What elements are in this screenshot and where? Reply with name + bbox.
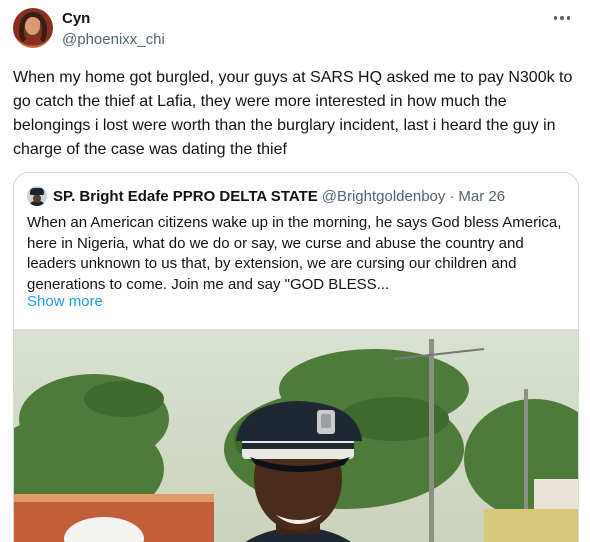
author-name[interactable]: Cyn	[62, 10, 90, 27]
quoted-author-avatar	[27, 186, 47, 206]
quoted-author-name: SP. Bright Edafe PPRO DELTA STATE	[53, 187, 318, 205]
quoted-tweet-text: When an American citizens wake up in the…	[27, 214, 562, 293]
quoted-tweet-image[interactable]	[14, 329, 578, 542]
author-avatar[interactable]	[13, 8, 53, 48]
more-horizontal-icon[interactable]	[550, 8, 574, 28]
quoted-tweet[interactable]: SP. Bright Edafe PPRO DELTA STATE @Brigh…	[13, 172, 579, 542]
tweet-text: When my home got burgled, your guys at S…	[13, 69, 573, 158]
quoted-author-handle: @Brightgoldenboy	[321, 187, 446, 205]
tweet: Cyn @phoenixx_chi When my home got burgl…	[0, 0, 590, 542]
author-handle[interactable]: @phoenixx_chi	[62, 31, 165, 48]
show-more-link[interactable]: Show more	[27, 293, 103, 310]
header-separator: ·	[449, 187, 455, 205]
quoted-tweet-date[interactable]: Mar 26	[458, 188, 505, 205]
quoted-tweet-header: SP. Bright Edafe PPRO DELTA STATE @Brigh…	[27, 185, 505, 207]
